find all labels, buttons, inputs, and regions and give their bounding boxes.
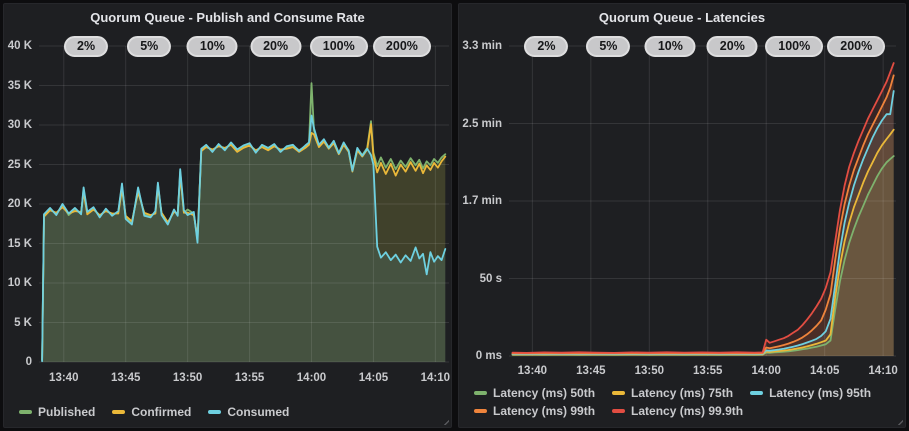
legend-item[interactable]: Latency (ms) 99th: [474, 404, 595, 418]
panel-header: Quorum Queue - Latencies: [459, 4, 905, 30]
legend: Latency (ms) 50th Latency (ms) 75th Latenc…: [474, 386, 895, 418]
panel-latencies: Quorum Queue - Latencies 3.3 min 2.5 min 1…: [458, 3, 906, 428]
legend-series-swatch-icon: [19, 410, 32, 414]
legend: Published Confirmed Consumed: [19, 405, 441, 419]
annotation-marker[interactable]: 100%: [310, 36, 368, 57]
legend-series-label: Latency (ms) 95th: [769, 386, 871, 400]
legend-series-swatch-icon: [612, 391, 625, 395]
x-tick-label: 14:05: [800, 364, 850, 378]
x-tick-label: 14:00: [741, 364, 791, 378]
y-tick-label: 15 K: [4, 237, 32, 251]
y-tick-label: 35 K: [4, 79, 32, 93]
y-tick-label: 30 K: [4, 118, 32, 132]
y-tick-label: 0 ms: [459, 349, 502, 363]
y-tick-label: 40 K: [4, 39, 32, 53]
x-tick-label: 13:55: [683, 364, 733, 378]
y-tick-label: 3.3 min: [459, 39, 502, 53]
annotation-marker[interactable]: 2%: [64, 36, 108, 57]
y-tick-label: 20 K: [4, 197, 32, 211]
legend-series-swatch-icon: [112, 410, 125, 414]
panel-header: Quorum Queue - Publish and Consume Rate: [4, 4, 451, 30]
legend-series-label: Latency (ms) 75th: [631, 386, 733, 400]
x-tick-label: 13:45: [566, 364, 616, 378]
panel-title[interactable]: Quorum Queue - Publish and Consume Rate: [90, 10, 364, 25]
annotation-marker[interactable]: 2%: [524, 36, 568, 57]
time-series-chart[interactable]: 3.3 min 2.5 min 1.7 min 50 s 0 ms 13:40 13:45 1…: [459, 4, 905, 427]
legend-series-swatch-icon: [208, 410, 221, 414]
x-tick-label: 13:55: [225, 371, 275, 385]
legend-item[interactable]: Latency (ms) 50th: [474, 386, 595, 400]
annotation-marker[interactable]: 5%: [586, 36, 630, 57]
x-tick-label: 14:05: [348, 371, 398, 385]
chart-canvas: [4, 4, 452, 428]
x-tick-label: 13:40: [39, 371, 89, 385]
grafana-dashboard: Quorum Queue - Publish and Consume Rate …: [0, 0, 909, 431]
x-tick-label: 13:45: [101, 371, 151, 385]
x-tick-label: 14:10: [858, 364, 906, 378]
annotation-marker[interactable]: 100%: [765, 36, 823, 57]
legend-series-label: Published: [38, 405, 95, 419]
annotation-marker[interactable]: 10%: [187, 36, 238, 57]
x-tick-label: 14:10: [410, 371, 452, 385]
legend-series-swatch-icon: [750, 391, 763, 395]
y-tick-label: 0: [4, 355, 32, 369]
x-tick-label: 13:50: [624, 364, 674, 378]
legend-series-label: Latency (ms) 99th: [493, 404, 595, 418]
x-tick-label: 13:50: [163, 371, 213, 385]
y-tick-label: 25 K: [4, 158, 32, 172]
legend-item[interactable]: Confirmed: [112, 405, 191, 419]
legend-series-label: Latency (ms) 50th: [493, 386, 595, 400]
panel-title[interactable]: Quorum Queue - Latencies: [599, 10, 765, 25]
annotation-marker[interactable]: 200%: [373, 36, 431, 57]
annotation-marker[interactable]: 200%: [827, 36, 885, 57]
legend-item[interactable]: Latency (ms) 99.9th: [612, 404, 743, 418]
legend-series-label: Latency (ms) 99.9th: [631, 404, 743, 418]
y-tick-label: 2.5 min: [459, 117, 502, 131]
annotation-marker[interactable]: 5%: [127, 36, 171, 57]
x-tick-label: 13:40: [507, 364, 557, 378]
legend-series-swatch-icon: [612, 409, 625, 413]
legend-item[interactable]: Latency (ms) 75th: [612, 386, 733, 400]
annotation-marker[interactable]: 10%: [645, 36, 696, 57]
y-tick-label: 50 s: [459, 272, 502, 286]
legend-series-swatch-icon: [474, 391, 487, 395]
y-tick-label: 1.7 min: [459, 194, 502, 208]
x-tick-label: 14:00: [287, 371, 337, 385]
annotation-marker[interactable]: 20%: [707, 36, 758, 57]
y-tick-label: 10 K: [4, 276, 32, 290]
legend-item[interactable]: Latency (ms) 95th: [750, 386, 871, 400]
panel-publish-consume-rate: Quorum Queue - Publish and Consume Rate …: [3, 3, 452, 428]
legend-series-label: Consumed: [227, 405, 289, 419]
legend-item[interactable]: Published: [19, 405, 95, 419]
y-tick-label: 5 K: [4, 316, 32, 330]
legend-item[interactable]: Consumed: [208, 405, 289, 419]
annotation-marker[interactable]: 20%: [250, 36, 301, 57]
time-series-chart[interactable]: 40 K 35 K 30 K 25 K 20 K 15 K 10 K 5 K 0 13:40 13:…: [4, 4, 451, 427]
legend-series-label: Confirmed: [131, 405, 191, 419]
series-fill: [513, 63, 894, 356]
legend-series-swatch-icon: [474, 409, 487, 413]
